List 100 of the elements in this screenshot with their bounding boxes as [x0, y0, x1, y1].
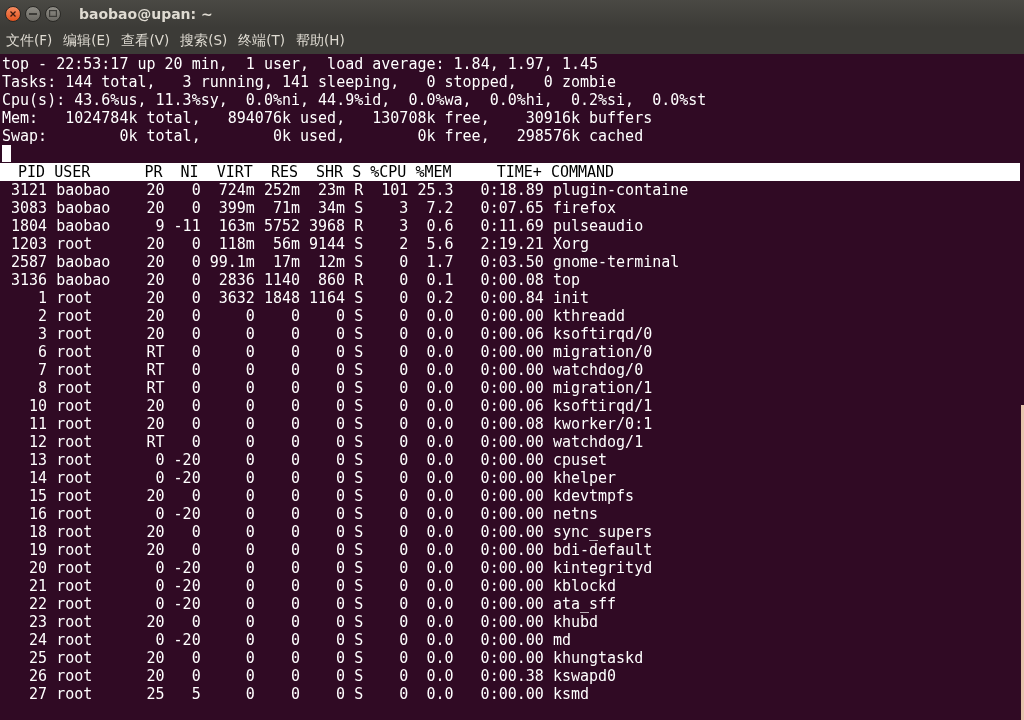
table-cell: S [354, 253, 364, 271]
table-cell-text: 0 [190, 289, 201, 307]
table-cell: 3968 [309, 217, 346, 235]
table-cell-text: 0.0 [425, 577, 454, 595]
table-cell-text: 0:00.38 [479, 667, 544, 685]
table-cell-text: root [56, 559, 94, 577]
table-cell-text: 0:00.00 [479, 361, 544, 379]
table-cell-text: 20 [145, 271, 165, 289]
table-cell-text: 0 [398, 487, 409, 505]
minimize-button[interactable] [25, 5, 41, 22]
menu-item[interactable]: 编辑(E) [63, 31, 111, 50]
table-cell-text: 0 [190, 271, 201, 289]
table-cell: S [354, 613, 364, 631]
table-cell-text: 0 [398, 325, 409, 343]
table-cell: S [354, 361, 364, 379]
table-cell-text: 0 [190, 415, 201, 433]
menu-item[interactable]: 文件(F) [6, 31, 53, 50]
table-cell-text: 0:00.00 [479, 487, 544, 505]
menu-item[interactable]: 搜索(S) [180, 31, 228, 50]
table-cell-text: ata_sff [552, 595, 618, 613]
table-cell-text: 0 [289, 469, 300, 487]
table-cell-text: root [56, 667, 94, 685]
table-cell-text: 0 [244, 631, 255, 649]
table-cell-text: 0:00.84 [479, 289, 544, 307]
table-cell: 25.3 [417, 181, 454, 199]
table-cell: -20 [173, 505, 201, 523]
menu-item[interactable]: 终端(T) [238, 31, 286, 50]
table-cell-text: root [56, 523, 94, 541]
table-cell-text: 25 [28, 649, 48, 667]
table-cell-text: 0:00.00 [479, 541, 544, 559]
table-cell-text: root [56, 631, 94, 649]
table-cell-text: 0 [398, 469, 409, 487]
table-cell-text: 0 [289, 613, 300, 631]
close-button[interactable] [5, 5, 21, 22]
table-cell-text: ksoftirqd/1 [552, 397, 654, 415]
table-cell-text: migration/0 [552, 343, 654, 361]
table-cell-text: 0 [398, 613, 409, 631]
table-cell-text: 20 [145, 397, 165, 415]
table-cell-text: 0 [289, 325, 300, 343]
table-cell-text: 2 [398, 235, 409, 253]
menu-item[interactable]: 查看(V) [121, 31, 170, 50]
table-cell-text: 0 [398, 541, 409, 559]
table-cell-text: 0 [335, 685, 346, 703]
table-cell-text: 14 [28, 469, 48, 487]
table-cell-text: khungtaskd [552, 649, 645, 667]
table-cell-text: 0 [398, 253, 409, 271]
table-cell-text: 0 [244, 379, 255, 397]
table-cell-text: 0 [289, 667, 300, 685]
table-cell-text: 56m [271, 235, 300, 253]
table-cell-text: 0:00.06 [479, 325, 544, 343]
table-cell-text: 0 [244, 685, 255, 703]
table-cell: 5752 [263, 217, 300, 235]
maximize-button[interactable] [45, 5, 61, 22]
table-cell-text: 0 [335, 451, 346, 469]
table-cell-text: 2836 [217, 271, 255, 289]
table-cell: S [354, 469, 364, 487]
table-cell-text: 0:00.08 [479, 415, 544, 433]
table-cell-text: 27 [28, 685, 48, 703]
table-cell-text: 20 [145, 523, 165, 541]
table-cell-text: 20 [28, 559, 48, 577]
table-cell-text: 0.6 [425, 217, 454, 235]
table-cell: R [354, 181, 364, 199]
table-cell-text: 1804 [10, 217, 48, 235]
table-cell-text: 0:07.65 [479, 199, 544, 217]
table-cell-text: 34m [317, 199, 346, 217]
table-cell-text: pulseaudio [552, 217, 645, 235]
table-cell-text: 0 [190, 487, 201, 505]
table-cell-text: 0 [244, 343, 255, 361]
table-cell-text: 0 [398, 379, 409, 397]
table-cell-text: root [56, 649, 94, 667]
table-cell-text: 0 [335, 361, 346, 379]
table-cell: S [354, 505, 364, 523]
table-cell-text: 20 [145, 325, 165, 343]
table-cell-text: 0 [244, 505, 255, 523]
table-cell: S [354, 343, 364, 361]
scrollbar-thumb[interactable] [1021, 405, 1024, 720]
table-cell-text: 0:00.00 [479, 559, 544, 577]
table-cell-text: 0 [335, 325, 346, 343]
table-cell-text: 0 [190, 379, 201, 397]
table-cell-text: 24 [28, 631, 48, 649]
table-cell: R [354, 217, 364, 235]
table-cell-text: 0 [398, 361, 409, 379]
table-cell-text: init [552, 289, 590, 307]
table-cell-text: 21 [28, 577, 48, 595]
table-cell: S [354, 325, 364, 343]
table-cell-text: 0:00.00 [479, 649, 544, 667]
table-cell-text: 0 [289, 343, 300, 361]
table-cell-text: RT [145, 433, 165, 451]
table-cell-text: 0.0 [425, 415, 454, 433]
table-cell-text: 0 [244, 613, 255, 631]
window-title: baobao@upan: ~ [79, 5, 213, 22]
table-cell-text: 6 [37, 343, 48, 361]
table-cell-text: 0 [289, 541, 300, 559]
table-cell-text: plugin-containe [552, 181, 690, 199]
table-cell-text: 0.2 [425, 289, 454, 307]
menu-item[interactable]: 帮助(H) [296, 31, 345, 50]
table-cell-text: 0.0 [425, 307, 454, 325]
table-cell-text: top [552, 271, 581, 289]
table-cell-text: 0 [289, 595, 300, 613]
table-cell-text: 0 [335, 469, 346, 487]
